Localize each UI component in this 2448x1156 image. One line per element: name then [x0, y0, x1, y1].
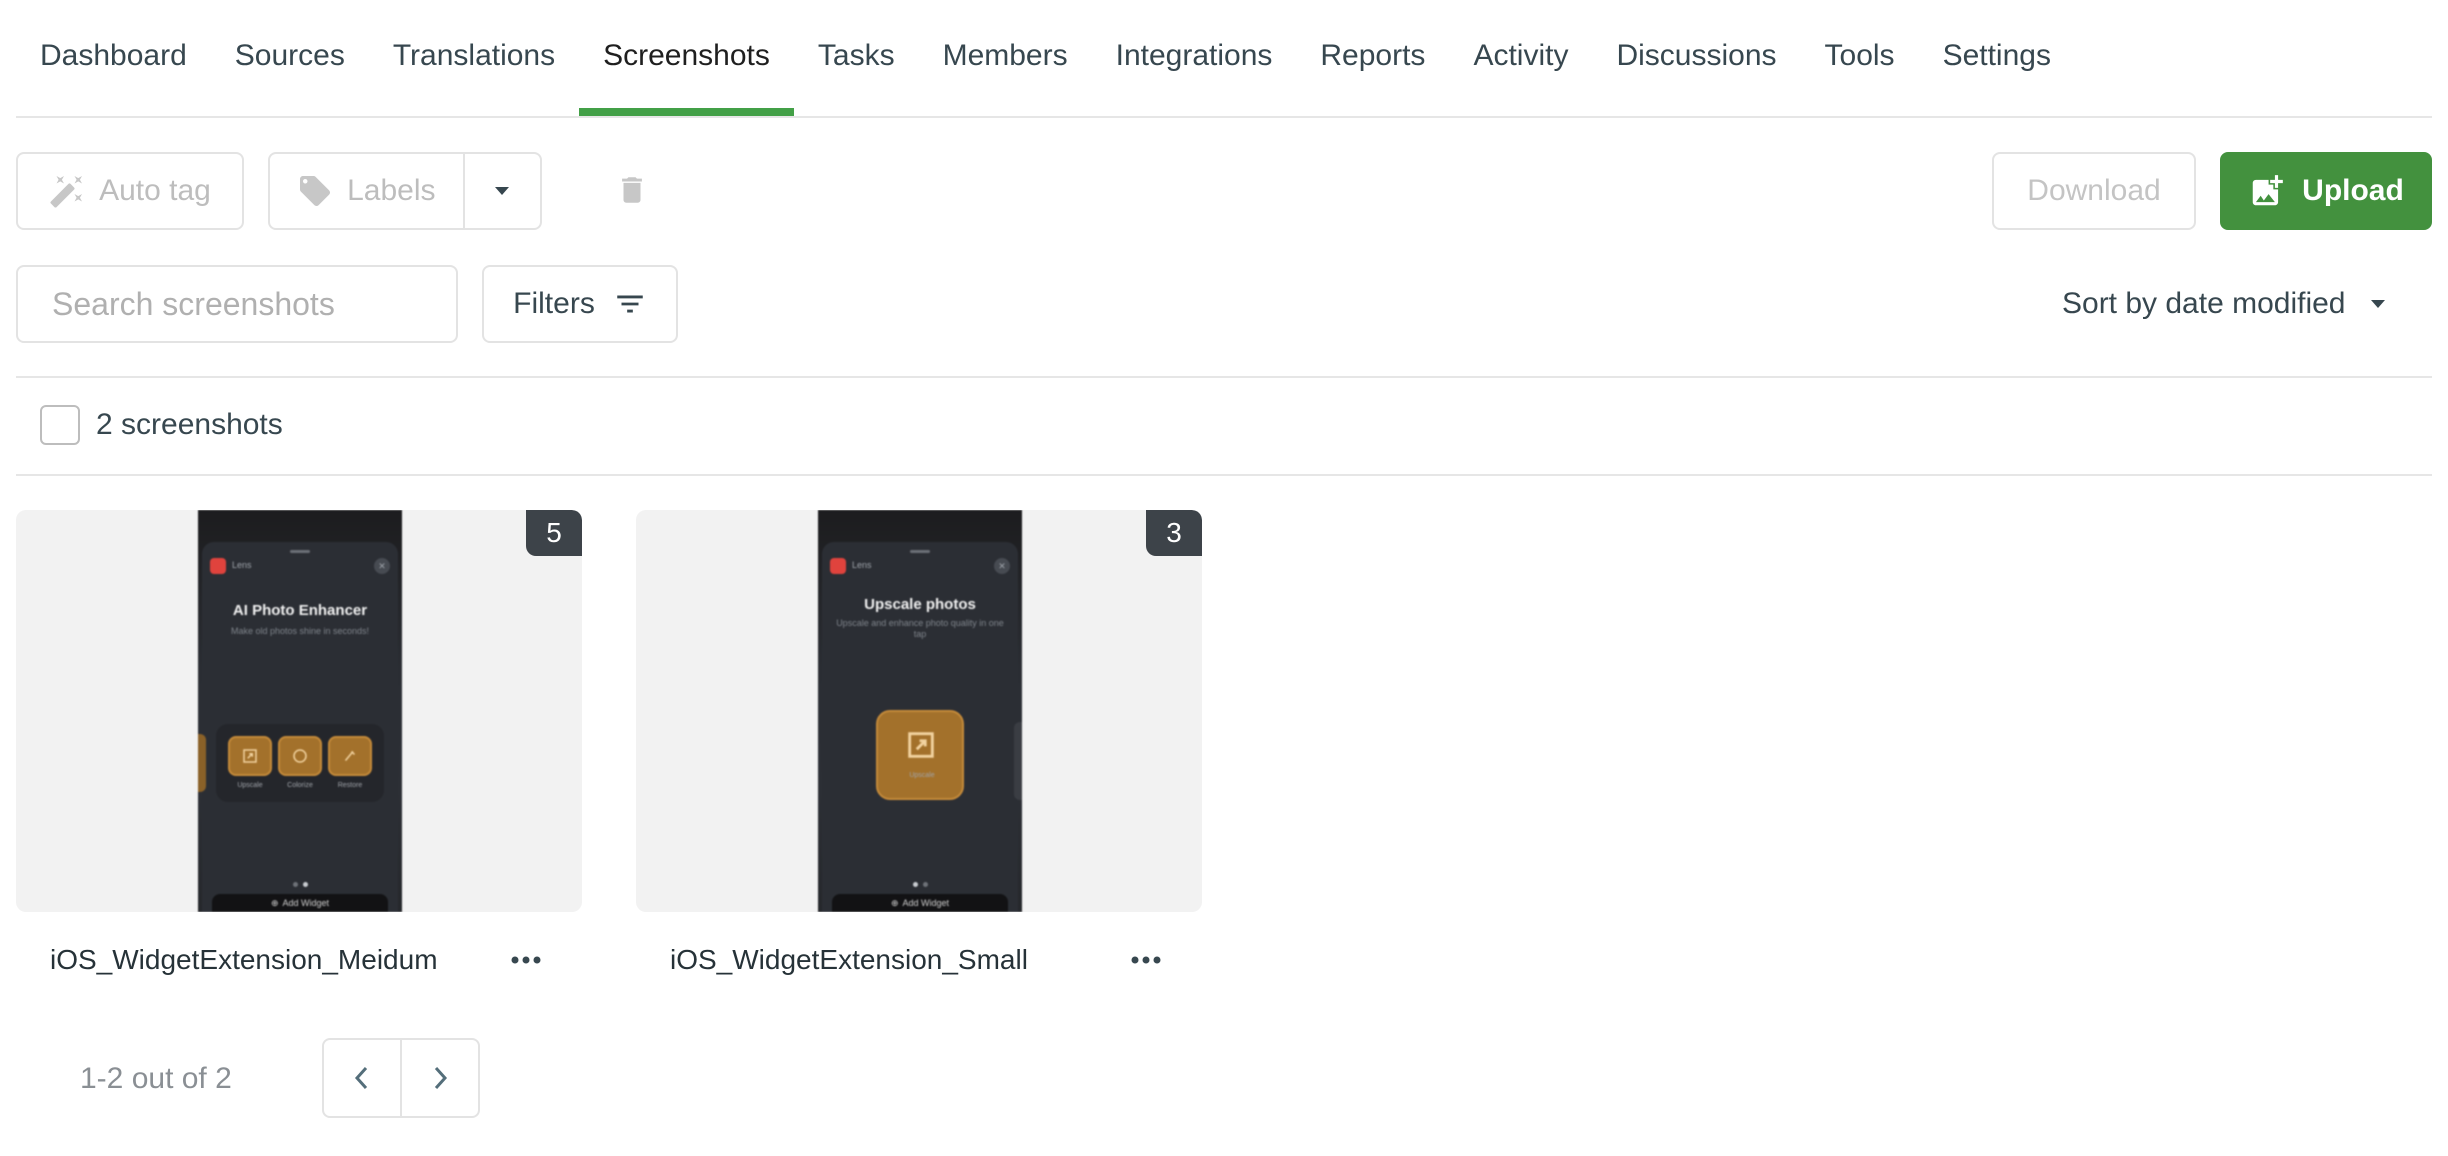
- widget-peek: [198, 734, 206, 792]
- chevron-right-icon: [434, 1066, 448, 1090]
- screenshot-preview: Lens ✕ AI Photo Enhancer Make old photos…: [198, 510, 402, 912]
- restore-tile: [328, 736, 372, 776]
- more-options-button[interactable]: [504, 942, 548, 978]
- tab-dashboard[interactable]: Dashboard: [16, 0, 211, 112]
- tab-sources[interactable]: Sources: [211, 0, 369, 112]
- screenshot-name[interactable]: iOS_WidgetExtension_Small: [670, 944, 1028, 976]
- filter-lines-icon: [617, 295, 643, 313]
- download-label: Download: [2027, 174, 2161, 207]
- auto-tag-button[interactable]: Auto tag: [16, 152, 244, 230]
- tab-members[interactable]: Members: [919, 0, 1092, 112]
- tile-label: Upscale: [237, 782, 263, 789]
- plus-icon: ⊕: [270, 897, 279, 908]
- sheet-handle: [910, 550, 930, 553]
- strings-count-badge: 3: [1146, 510, 1202, 556]
- download-button[interactable]: Download: [1992, 152, 2196, 230]
- label-tag-icon: [300, 176, 331, 206]
- select-all-checkbox[interactable]: [40, 405, 80, 445]
- preview-subtitle: Make old photos shine in seconds!: [230, 626, 370, 636]
- page-dots: [818, 882, 1022, 887]
- widget-tray: Upscale Colorize Restore: [216, 724, 384, 802]
- labels-label: Labels: [347, 174, 436, 207]
- brush-icon: [344, 750, 356, 761]
- palette-icon: [293, 749, 307, 763]
- pagination-controls: [322, 1038, 480, 1118]
- tab-activity[interactable]: Activity: [1449, 0, 1592, 112]
- preview-title: Upscale photos: [864, 596, 976, 613]
- preview-title: AI Photo Enhancer: [232, 602, 368, 619]
- strings-count-badge: 5: [526, 510, 582, 556]
- project-tabs: Dashboard Sources Translations Screensho…: [16, 0, 2432, 118]
- upscale-icon: [908, 732, 934, 758]
- preview-app-name: Lens: [852, 560, 872, 570]
- screenshot-preview: Lens ✕ Upscale photos Upscale and enhanc…: [818, 510, 1022, 912]
- labels-button[interactable]: Labels: [270, 154, 465, 228]
- labels-dropdown-button[interactable]: [465, 154, 540, 228]
- add-widget-bar: ⊕ Add Widget: [832, 894, 1008, 912]
- screenshots-page: Dashboard Sources Translations Screensho…: [0, 0, 2448, 1156]
- sort-label: Sort by date modified: [2062, 287, 2346, 320]
- screenshot-card: Lens ✕ Upscale photos Upscale and enhanc…: [636, 510, 1202, 975]
- close-icon: ✕: [994, 558, 1010, 574]
- pagination-summary: 1-2 out of 2: [80, 1062, 232, 1095]
- plus-icon: ⊕: [890, 897, 899, 908]
- filters-button[interactable]: Filters: [482, 265, 678, 343]
- preview-app-name: Lens: [232, 560, 252, 570]
- screenshot-card: Lens ✕ AI Photo Enhancer Make old photos…: [16, 510, 582, 975]
- tab-screenshots[interactable]: Screenshots: [579, 0, 794, 116]
- upscale-widget: Upscale: [876, 710, 964, 800]
- tab-discussions[interactable]: Discussions: [1592, 0, 1800, 112]
- auto-tag-label: Auto tag: [99, 174, 211, 207]
- caret-down-icon: [2370, 300, 2385, 308]
- add-photo-icon: [2252, 175, 2283, 206]
- colorize-tile: [278, 736, 322, 776]
- screenshot-name[interactable]: iOS_WidgetExtension_Meidum: [50, 944, 438, 976]
- upscale-tile: [228, 736, 272, 776]
- screenshots-count: 2 screenshots: [96, 408, 283, 441]
- sheet-handle: [290, 550, 310, 553]
- previous-page-button[interactable]: [324, 1040, 400, 1116]
- trash-icon: [622, 177, 642, 203]
- search-box: [16, 265, 474, 343]
- tab-translations[interactable]: Translations: [369, 0, 579, 112]
- upscale-icon: [243, 749, 257, 763]
- search-input[interactable]: [50, 284, 474, 324]
- screenshot-thumbnail[interactable]: Lens ✕ AI Photo Enhancer Make old photos…: [16, 510, 582, 912]
- more-horizontal-icon: [1131, 956, 1161, 964]
- chevron-left-icon: [354, 1066, 368, 1090]
- more-horizontal-icon: [511, 956, 541, 964]
- upload-button[interactable]: Upload: [2220, 152, 2432, 230]
- next-page-button[interactable]: [400, 1040, 478, 1116]
- delete-button[interactable]: [612, 168, 652, 212]
- widget-peek: [1014, 722, 1022, 800]
- app-icon: [830, 558, 846, 574]
- add-widget-label: Add Widget: [282, 898, 330, 908]
- tile-label: Upscale: [909, 772, 935, 779]
- upload-label: Upload: [2302, 174, 2404, 207]
- tab-tasks[interactable]: Tasks: [794, 0, 919, 112]
- tab-integrations[interactable]: Integrations: [1092, 0, 1297, 112]
- app-icon: [210, 558, 226, 574]
- tab-reports[interactable]: Reports: [1296, 0, 1449, 112]
- divider: [16, 376, 2432, 378]
- filters-label: Filters: [513, 287, 595, 320]
- sort-dropdown[interactable]: Sort by date modified: [2062, 265, 2388, 343]
- tab-settings[interactable]: Settings: [1919, 0, 2075, 112]
- page-dots: [198, 882, 402, 887]
- more-options-button[interactable]: [1124, 942, 1168, 978]
- screenshot-thumbnail[interactable]: Lens ✕ Upscale photos Upscale and enhanc…: [636, 510, 1202, 912]
- tab-tools[interactable]: Tools: [1801, 0, 1919, 112]
- magic-wand-icon: [50, 176, 83, 208]
- add-widget-label: Add Widget: [902, 898, 950, 908]
- add-widget-bar: ⊕ Add Widget: [212, 894, 388, 912]
- tile-label: Restore: [337, 782, 363, 789]
- tile-label: Colorize: [287, 782, 313, 789]
- caret-down-icon: [495, 187, 510, 195]
- labels-split-button: Labels: [268, 152, 542, 230]
- preview-subtitle: Upscale and enhance photo quality in one…: [836, 618, 1004, 639]
- divider: [16, 474, 2432, 476]
- close-icon: ✕: [374, 558, 390, 574]
